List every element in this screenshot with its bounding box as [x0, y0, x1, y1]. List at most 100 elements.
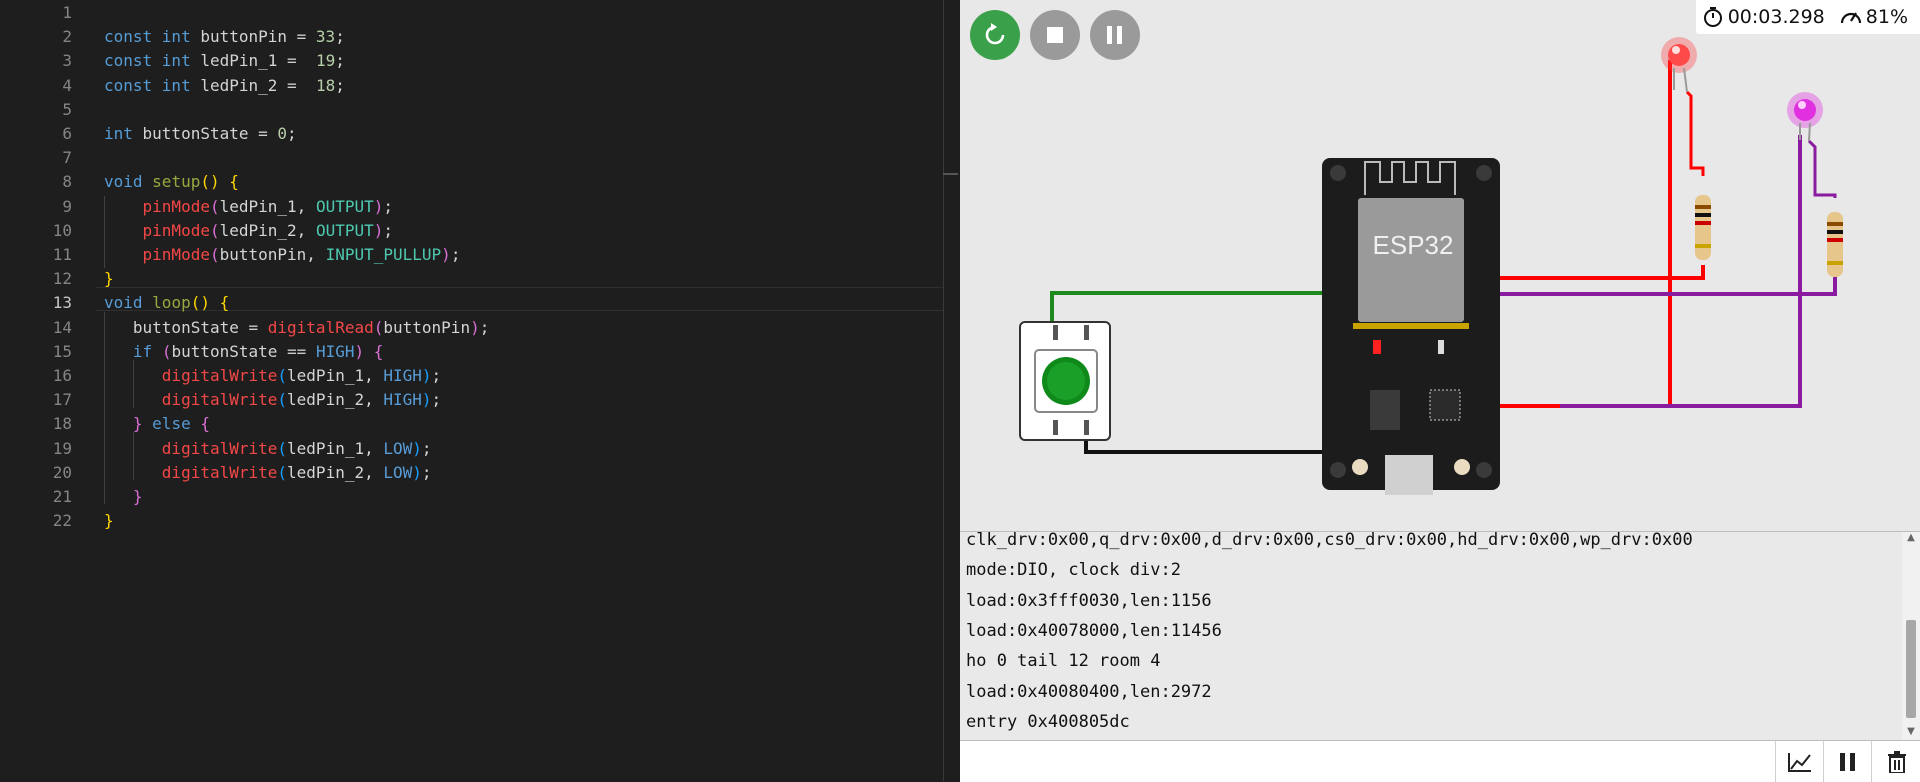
code-line[interactable]: 19 digitalWrite(ledPin_1, LOW); — [0, 437, 958, 461]
code-token: const — [104, 51, 162, 71]
code-line[interactable]: 10 pinMode(ledPin_2, OUTPUT); — [0, 219, 958, 243]
line-code: } else { — [104, 412, 210, 436]
code-line[interactable]: 16 digitalWrite(ledPin_1, HIGH); — [0, 364, 958, 388]
code-token: digitalWrite — [161, 462, 278, 482]
code-token: buttonState — [142, 124, 259, 143]
line-number: 14 — [52, 317, 72, 337]
pause-icon — [1840, 752, 1855, 771]
code-line[interactable]: 14 buttonState = digitalRead(buttonPin); — [0, 316, 958, 340]
code-token: int — [161, 51, 201, 71]
esp32-board — [1322, 158, 1500, 495]
code-token: HIGH — [383, 390, 422, 410]
code-token: () { — [190, 293, 230, 313]
code-token: ( — [161, 341, 172, 361]
line-number: 10 — [52, 220, 72, 240]
line-number: 11 — [52, 245, 72, 264]
code-line[interactable]: 22} — [0, 509, 958, 533]
scroll-thumb[interactable] — [1906, 620, 1916, 718]
code-token: 18 — [315, 75, 336, 95]
code-token: digitalWrite — [161, 438, 278, 458]
code-line[interactable]: 5 — [0, 98, 958, 122]
code-token: () { — [200, 172, 239, 192]
code-token: ; — [335, 27, 345, 47]
clear-button[interactable] — [1871, 741, 1920, 782]
plotter-button[interactable] — [1775, 741, 1824, 782]
serial-line: ho 0 tail 12 room 4 — [966, 651, 1161, 672]
line-code: int buttonState = 0; — [104, 122, 297, 146]
resistor-1 — [1695, 195, 1711, 260]
serial-line: clk_drv:0x00,q_drv:0x00,d_drv:0x00,cs0_d… — [966, 531, 1693, 550]
line-number: 3 — [62, 51, 72, 71]
code-line[interactable]: 8 void setup() { — [0, 170, 958, 194]
pushbutton — [1019, 321, 1111, 441]
code-token: ) — [412, 438, 422, 458]
code-line[interactable]: 21 } — [0, 485, 958, 509]
code-token: ; — [421, 462, 432, 482]
code-token: ; — [383, 220, 394, 240]
code-line[interactable]: 20 digitalWrite(ledPin_2, LOW); — [0, 461, 958, 485]
code-token: ledPin_2, — [287, 462, 384, 482]
code-token: ( — [277, 462, 288, 482]
code-token: ; — [479, 317, 490, 337]
code-token: ) — [373, 196, 384, 216]
code-line[interactable]: 9 pinMode(ledPin_1, OUTPUT); — [0, 195, 958, 219]
line-code: pinMode(ledPin_1, OUTPUT); — [104, 195, 393, 219]
code-token: } — [132, 487, 143, 506]
code-token: 19 — [315, 51, 336, 71]
code-line[interactable]: 7 — [0, 146, 958, 170]
line-number: 19 — [52, 438, 72, 458]
code-token: ) — [412, 462, 422, 482]
code-line[interactable]: 17 digitalWrite(ledPin_2, HIGH); — [0, 388, 958, 412]
code-line[interactable]: 13 void loop() { — [0, 291, 958, 315]
code-line[interactable]: 15 if (buttonState == HIGH) { — [0, 340, 958, 364]
line-number: 8 — [62, 172, 72, 192]
serial-scrollbar[interactable]: ▲ ▼ — [1902, 532, 1920, 740]
code-token: ; — [383, 196, 394, 216]
code-token: { — [200, 414, 210, 434]
code-line[interactable]: 18 } else { — [0, 412, 958, 436]
line-code: } — [104, 485, 143, 509]
code-line[interactable]: 3 const int ledPin_1 = 19; — [0, 49, 958, 73]
simulation-canvas[interactable]: 00:03.298 81% ESP32 — [960, 0, 1920, 531]
line-code: const int buttonPin = 33; — [104, 25, 345, 49]
code-token: ; — [431, 390, 442, 410]
code-token: } — [104, 511, 114, 531]
code-editor[interactable]: 1 2 const int buttonPin = 33; 3 const int le… — [0, 0, 958, 781]
code-line[interactable]: 4 const int ledPin_2 = 18; — [0, 74, 958, 98]
code-token: = — [287, 75, 316, 95]
line-code: } — [104, 509, 114, 533]
code-token: 0 — [277, 124, 288, 143]
code-token: ; — [335, 75, 345, 95]
code-line[interactable]: 1 — [0, 1, 958, 25]
code-token: buttonPin — [200, 27, 297, 47]
code-token: ledPin_2 — [200, 75, 288, 95]
line-code: void setup() { — [104, 170, 239, 194]
code-token: ) — [470, 317, 480, 337]
line-number: 2 — [62, 27, 72, 47]
led-red — [1661, 37, 1697, 93]
code-line[interactable]: 6 int buttonState = 0; — [0, 122, 958, 146]
line-number: 16 — [52, 366, 72, 385]
line-number: 6 — [62, 124, 72, 143]
code-token: digitalWrite — [161, 366, 278, 385]
code-token: pinMode — [142, 196, 210, 216]
line-number: 9 — [62, 196, 72, 216]
code-token: ( — [277, 438, 288, 458]
serial-monitor[interactable]: clk_drv:0x00,q_drv:0x00,d_drv:0x00,cs0_d… — [960, 531, 1920, 740]
line-number: 1 — [62, 3, 72, 22]
code-token: ; — [450, 245, 461, 264]
serial-line: load:0x3fff0030,len:1156 — [966, 590, 1212, 611]
code-line[interactable]: 2 const int buttonPin = 33; — [0, 25, 958, 49]
code-line[interactable]: 11 pinMode(buttonPin, INPUT_PULLUP); — [0, 243, 958, 267]
code-line[interactable]: 12} — [0, 267, 958, 291]
code-token: digitalWrite — [161, 390, 278, 410]
indent-guide — [133, 360, 134, 408]
serial-input[interactable] — [960, 741, 1772, 782]
serial-pause-button[interactable] — [1823, 741, 1872, 782]
code-token: ledPin_2, — [287, 390, 384, 410]
indent-guide — [104, 312, 105, 504]
code-token: else — [152, 414, 201, 434]
pane-splitter[interactable] — [943, 0, 958, 781]
trash-icon — [1887, 750, 1906, 773]
